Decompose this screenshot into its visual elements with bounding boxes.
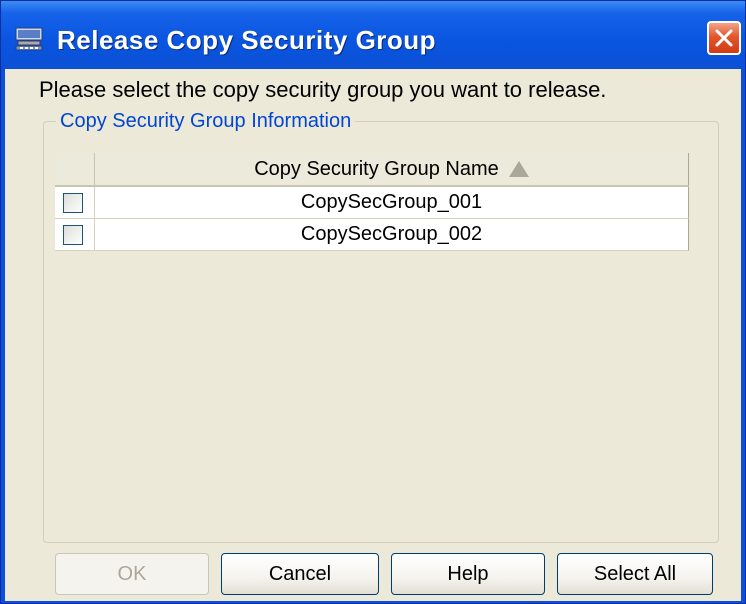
instruction-text: Please select the copy security group yo… xyxy=(39,77,607,102)
close-button[interactable] xyxy=(707,21,741,55)
checkbox-column-header xyxy=(55,153,95,187)
select-all-button[interactable]: Select All xyxy=(557,553,713,595)
close-icon xyxy=(715,29,733,47)
cancel-button[interactable]: Cancel xyxy=(221,553,379,595)
window-title: Release Copy Security Group xyxy=(57,25,437,55)
group-name-cell[interactable]: CopySecGroup_001 xyxy=(95,187,689,219)
button-bar: OK Cancel Help Select All xyxy=(5,547,741,597)
row-checkbox-cell xyxy=(55,187,95,219)
title-bar[interactable]: Release Copy Security Group xyxy=(1,1,745,69)
sort-ascending-icon xyxy=(508,161,529,177)
ok-button[interactable]: OK xyxy=(55,553,209,595)
row-checkbox[interactable] xyxy=(63,225,83,245)
help-button[interactable]: Help xyxy=(391,553,545,595)
column-header-label: Copy Security Group Name xyxy=(254,157,499,180)
group-box-legend: Copy Security Group Information xyxy=(56,110,356,132)
table-header: Copy Security Group Name xyxy=(55,153,689,187)
group-name-cell[interactable]: CopySecGroup_002 xyxy=(95,219,689,251)
row-checkbox-cell xyxy=(55,219,95,251)
dialog-window: Release Copy Security Group Please selec… xyxy=(0,0,746,604)
table-row[interactable]: CopySecGroup_002 xyxy=(55,219,689,251)
dialog-body: Please select the copy security group yo… xyxy=(5,69,741,601)
computer-network-icon xyxy=(15,27,43,51)
column-header-name[interactable]: Copy Security Group Name xyxy=(95,153,689,187)
table-row[interactable]: CopySecGroup_001 xyxy=(55,187,689,219)
group-table: Copy Security Group Name CopySecGroup_00… xyxy=(55,153,689,251)
row-checkbox[interactable] xyxy=(63,193,83,213)
